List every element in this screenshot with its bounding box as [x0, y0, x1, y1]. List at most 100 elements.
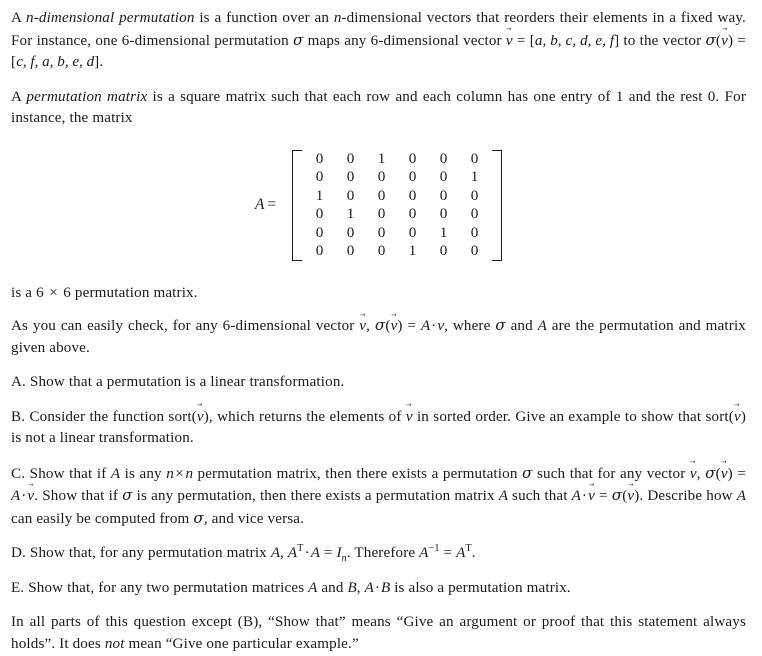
matrix-cell: 0	[408, 205, 417, 223]
text-fragment: and	[505, 318, 538, 334]
math-vector-v: v	[721, 464, 728, 486]
matrix-cell: 0	[315, 205, 324, 223]
matrix-left-bracket	[292, 149, 303, 261]
math-dot-operator: ·	[374, 579, 381, 596]
math-vector-v: v	[406, 407, 413, 429]
text-fragment: maps any 6-dimensional vector	[303, 32, 506, 49]
math-equals: =	[439, 545, 457, 561]
question-text-a: Show that a permutation is a linear tran…	[25, 374, 345, 390]
math-vector-v: v	[27, 486, 34, 508]
math-variable-A: A	[537, 318, 547, 334]
math-variable-A: A	[420, 318, 431, 334]
matrix-cell: 0	[315, 149, 324, 167]
math-vector-v: v	[721, 31, 728, 53]
matrix-row: 0 0 0 0 1 0	[304, 224, 490, 243]
text-fragment: A	[11, 88, 27, 105]
matrix-cell: 0	[346, 242, 355, 260]
text-fragment: A	[11, 10, 26, 26]
text-fragment: is a function over an	[194, 10, 334, 26]
text-fragment: Consider the function sort(	[25, 408, 197, 425]
matrix-cell: 0	[408, 168, 417, 186]
question-item-b: B. Consider the function sort(v), which …	[11, 407, 746, 450]
term-permutation-matrix: permutation matrix	[26, 88, 148, 105]
matrix-cell: 0	[346, 186, 355, 204]
text-fragment: in sorted order. Give an example to show…	[412, 408, 734, 425]
text-fragment: Show that, for any two permutation matri…	[24, 579, 309, 596]
text-fragment: ), which returns the elements of	[203, 408, 406, 425]
math-symbol-sigma: σ	[122, 486, 133, 504]
matrix-cell: 1	[377, 149, 386, 167]
math-paren-close-equals: ) =	[397, 318, 421, 334]
text-fragment: , where	[444, 318, 496, 334]
matrix-brackets: 0 0 1 0 0 0 0 0 0 0 0 1 1 0 0 0 0 0 0 1 …	[292, 149, 503, 261]
permutation-matrix-table: 0 0 1 0 0 0 0 0 0 0 0 1 1 0 0 0 0 0 0 1 …	[304, 150, 490, 261]
math-variable-A: A	[498, 488, 509, 504]
math-symbol-sigma: σ	[292, 30, 304, 49]
matrix-cell: 0	[408, 223, 417, 241]
text-fragment: , and vice versa.	[203, 510, 305, 527]
paragraph-permutation-matrix-definition: A permutation matrix is a square matrix …	[11, 87, 746, 130]
math-variable-A: A	[110, 465, 121, 482]
question-item-a: A. Show that a permutation is a linear t…	[11, 372, 746, 394]
math-vector-v: v	[506, 31, 513, 53]
matrix-cell: 0	[377, 205, 386, 223]
math-vector-v: v	[197, 407, 204, 429]
math-variable-A: A	[364, 579, 374, 596]
text-fragment: is a 6	[11, 284, 48, 301]
text-fragment: . Therefore	[346, 545, 420, 561]
math-dot-operator: ·	[304, 545, 310, 561]
matrix-row: 0 0 0 0 0 1	[304, 168, 490, 187]
text-fragment: can easily be computed from	[11, 510, 194, 527]
math-variable-A: A	[287, 545, 298, 561]
math-variable-n: n	[166, 465, 174, 482]
text-fragment: Show that, for any permutation matrix	[25, 545, 271, 561]
text-fragment: .	[471, 545, 476, 561]
emphasis-not: not	[104, 635, 125, 652]
text-fragment: mean “Give one particular example.”	[124, 635, 359, 652]
math-vector-v: v	[690, 464, 697, 486]
text-fragment: permutation matrix, then there exists a …	[193, 465, 523, 482]
math-dot-operator: ·	[21, 488, 27, 504]
paragraph-check-claim: As you can easily check, for any 6-dimen…	[11, 315, 746, 359]
matrix-label-equals: =	[267, 196, 277, 213]
matrix-cell: 0	[408, 149, 417, 167]
math-variable-A: A	[571, 488, 581, 504]
matrix-row: 0 0 0 1 0 0	[304, 242, 490, 261]
math-symbol-sigma: σ	[374, 316, 386, 334]
question-label-c: C.	[11, 465, 26, 482]
matrix-cell: 0	[439, 168, 448, 186]
math-variable-n: n	[185, 465, 193, 482]
text-fragment: Show that if	[25, 465, 111, 482]
matrix-cell: 1	[439, 223, 448, 241]
text-fragment: ,	[356, 579, 365, 596]
paragraph-matrix-caption: is a 6 × 6 permutation matrix.	[11, 283, 746, 305]
matrix-cell: 0	[408, 186, 417, 204]
math-variable-A: A	[736, 488, 747, 504]
math-times-symbol: ×	[49, 284, 58, 301]
math-vector-components-output: c, f, a, b, e, d	[16, 54, 95, 70]
matrix-cell: 1	[470, 168, 479, 186]
text-fragment: and	[317, 579, 348, 596]
matrix-cell: 0	[470, 223, 479, 241]
math-symbol-sigma: σ	[705, 30, 716, 49]
matrix-cell: 0	[377, 168, 386, 186]
math-symbol-sigma: σ	[611, 486, 623, 504]
math-vector-v: v	[734, 407, 741, 429]
matrix-cell: 0	[377, 186, 386, 204]
text-fragment: . Show that if	[34, 488, 123, 504]
matrix-cell: 0	[470, 205, 479, 223]
matrix-cell: 0	[346, 223, 355, 241]
text-fragment: ,	[366, 318, 375, 334]
question-label-b: B.	[11, 408, 26, 425]
question-item-e: E. Show that, for any two permutation ma…	[11, 578, 746, 600]
matrix-cell: 1	[346, 205, 355, 223]
matrix-cell: 0	[377, 223, 386, 241]
math-paren-close-equals: ) =	[727, 465, 747, 482]
question-item-c: C. Show that if A is any n×n permutation…	[11, 463, 746, 531]
matrix-label-A: A	[254, 196, 265, 213]
matrix-label: A =	[255, 196, 276, 214]
math-vector-v: v	[627, 486, 634, 508]
math-equals: =	[319, 545, 337, 561]
math-variable-A: A	[11, 488, 21, 504]
text-fragment: such that	[508, 488, 572, 504]
